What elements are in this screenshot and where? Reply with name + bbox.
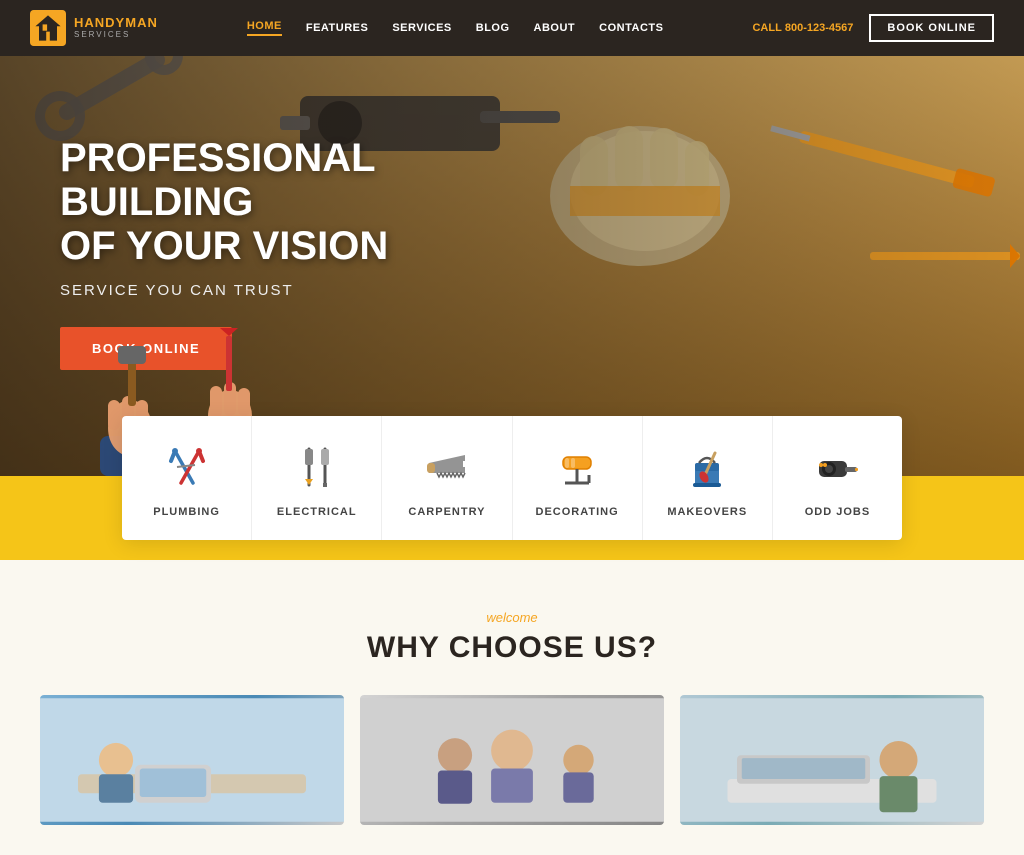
hero-section: PROFESSIONAL BUILDING OF YOUR VISION SER…: [0, 56, 1024, 476]
electrical-icon: [292, 444, 342, 494]
decorating-label: DECORATING: [536, 506, 619, 518]
logo-brand: HANDYMAN: [74, 16, 158, 30]
call-label: CALL: [752, 22, 781, 34]
why-title: WHY CHOOSE US?: [40, 631, 984, 665]
service-odd-jobs[interactable]: ODD JOBS: [773, 416, 902, 540]
site-header: HANDYMAN SERVICES HOME FEATURES SERVICES…: [0, 0, 1024, 56]
service-electrical[interactable]: ELECTRICAL: [252, 416, 382, 540]
logo-tagline: SERVICES: [74, 31, 158, 40]
logo: HANDYMAN SERVICES: [30, 10, 158, 46]
service-plumbing[interactable]: PLUMBING: [122, 416, 252, 540]
services-bar: PLUMBING ELECTRICAL: [0, 476, 1024, 560]
service-decorating[interactable]: DECORATING: [513, 416, 643, 540]
carpentry-icon: [422, 444, 472, 494]
main-nav: HOME FEATURES SERVICES BLOG ABOUT CONTAC…: [247, 20, 664, 36]
carpentry-label: CARPENTRY: [408, 506, 485, 518]
hero-title: PROFESSIONAL BUILDING OF YOUR VISION: [60, 136, 540, 268]
hero-title-line1: PROFESSIONAL BUILDING: [60, 136, 375, 224]
odd-jobs-icon: [812, 444, 862, 494]
service-makeovers[interactable]: MAKEOVERS: [643, 416, 773, 540]
why-image-1: [40, 695, 344, 825]
makeovers-icon: [682, 444, 732, 494]
nav-about[interactable]: ABOUT: [534, 22, 576, 34]
why-images: [40, 695, 984, 825]
nav-contacts[interactable]: CONTACTS: [599, 22, 663, 34]
header-book-button[interactable]: BOOK ONLINE: [869, 14, 994, 42]
logo-icon: [30, 10, 66, 46]
nav-blog[interactable]: BLOG: [476, 22, 510, 34]
why-section: welcome WHY CHOOSE US?: [0, 560, 1024, 855]
header-right: CALL 800-123-4567 BOOK ONLINE: [752, 14, 994, 42]
nav-services[interactable]: SERVICES: [392, 22, 451, 34]
hero-title-line2: OF YOUR VISION: [60, 224, 388, 268]
logo-text: HANDYMAN SERVICES: [74, 16, 158, 39]
plumbing-icon: [162, 444, 212, 494]
call-info: CALL 800-123-4567: [752, 22, 853, 34]
why-welcome: welcome: [40, 610, 984, 625]
plumbing-label: PLUMBING: [153, 506, 220, 518]
why-image-3: [680, 695, 984, 825]
makeovers-label: MAKEOVERS: [667, 506, 747, 518]
electrical-label: ELECTRICAL: [277, 506, 357, 518]
logo-brand-accent: MAN: [125, 15, 158, 30]
nav-home[interactable]: HOME: [247, 20, 282, 36]
logo-brand-part1: HANDY: [74, 15, 125, 30]
hero-subtitle: SERVICE YOU CAN TRUST: [60, 282, 540, 299]
services-card: PLUMBING ELECTRICAL: [122, 416, 902, 540]
odd-jobs-label: ODD JOBS: [805, 506, 870, 518]
nav-features[interactable]: FEATURES: [306, 22, 368, 34]
call-number[interactable]: 800-123-4567: [785, 22, 854, 34]
why-image-2: [360, 695, 664, 825]
decorating-icon: [552, 444, 602, 494]
service-carpentry[interactable]: CARPENTRY: [382, 416, 512, 540]
